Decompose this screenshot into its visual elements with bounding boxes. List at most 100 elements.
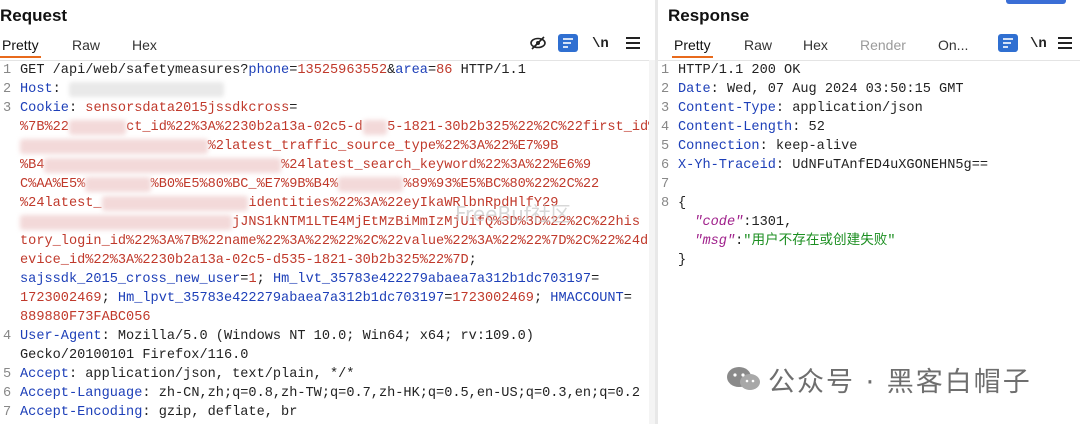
code-text: : Wed, 07 Aug 2024 03:50:15 GMT xyxy=(710,82,964,97)
value-text: 1723002469 xyxy=(452,291,534,306)
line-number xyxy=(658,232,678,251)
code-line: 8{ xyxy=(658,194,1080,213)
line-content: X-Yh-Traceid: UdNFuTAnfED4uXGONEHN5g== xyxy=(678,156,1080,175)
header-name: X-Yh-Traceid xyxy=(678,158,776,173)
line-number xyxy=(0,118,20,137)
code-text: : zh-CN,zh;q=0.8,zh-TW;q=0.7,zh-HK;q=0.5… xyxy=(142,386,640,401)
value-text: evice_id%22%3A%2230b2a13a-02c5-d535-1821… xyxy=(20,253,469,268)
value-text: 13525963552 xyxy=(297,63,388,78)
redacted-text: xxxxxxxxxxxxxxxxxxx xyxy=(68,82,224,97)
value-text: 5-1821-30b2b325%22%2C%22first_id%2 xyxy=(387,120,655,135)
code-text: : xyxy=(68,101,86,116)
line-number: 4 xyxy=(661,120,670,135)
code-line: 1 GET /api/web/safetymeasures?phone = 13525… xyxy=(0,61,655,80)
value-text: jJNS1kNTM1LTE4MjEtMzBiMmIzMjUifQ%3D%3D%2… xyxy=(232,215,640,230)
request-tab-raw[interactable]: Raw xyxy=(70,34,102,58)
line-content: %7B%22xxxxxxxct_id%22%3A%2230b2a13a-02c5… xyxy=(20,118,655,137)
code-text: : 52 xyxy=(792,120,825,135)
newline-toggle[interactable]: \n xyxy=(1030,34,1047,54)
header-name: Hm_lpvt_35783e422279abaea7a312b1dc703197 xyxy=(117,291,445,306)
line-number: 5 xyxy=(3,367,12,382)
value-text: ct_id%22%3A%2230b2a13a-02c5-d xyxy=(126,120,363,135)
response-menu-icon[interactable] xyxy=(1058,34,1072,54)
code-text: : keep-alive xyxy=(759,139,858,154)
code-text: : application/json, text/plain, */* xyxy=(68,367,355,382)
response-tab-raw[interactable]: Raw xyxy=(742,34,774,58)
redacted-text: xxxxxxxxxxxxxxxxxxxxxxxxxxxxx xyxy=(44,158,282,173)
code-text: ; xyxy=(101,291,118,306)
line-content: evice_id%22%3A%2230b2a13a-02c5-d535-1821… xyxy=(20,251,655,270)
line-content: 1723002469; Hm_lpvt_35783e422279abaea7a3… xyxy=(20,289,655,308)
code-text: = xyxy=(591,272,600,287)
code-line: 2 Date: Wed, 07 Aug 2024 03:50:15 GMT xyxy=(658,80,1080,99)
header-name: sajssdk_2015_cross_new_user xyxy=(20,272,241,287)
line-content: Content-Type: application/json xyxy=(678,99,1080,118)
code-text: = xyxy=(623,291,632,306)
line-number xyxy=(0,251,20,270)
hide-nonprintable-icon[interactable] xyxy=(528,34,548,54)
line-number: 6 xyxy=(661,158,670,173)
line-content: Accept-Language: zh-CN,zh;q=0.8,zh-TW;q=… xyxy=(20,384,655,403)
line-content: "msg":"用户不存在或创建失败" xyxy=(678,232,1080,251)
code-line: 2 Host: xxxxxxxxxxxxxxxxxxx xyxy=(0,80,655,99)
request-tab-hex[interactable]: Hex xyxy=(130,34,159,58)
line-number xyxy=(0,232,20,251)
header-name: phone xyxy=(248,63,290,78)
redacted-text: xxxxxxxxxxxxxxxxxx xyxy=(101,196,249,211)
code-line: 7 Accept-Encoding: gzip, deflate, br xyxy=(0,403,655,422)
code-line: 5 Connection: keep-alive xyxy=(658,137,1080,156)
code-line: "msg":"用户不存在或创建失败" xyxy=(658,232,1080,251)
header-name: Accept xyxy=(20,367,69,382)
code-line: 6 X-Yh-Traceid: UdNFuTAnfED4uXGONEHN5g== xyxy=(658,156,1080,175)
header-name: Accept-Encoding xyxy=(20,405,143,420)
header-name: Date xyxy=(678,82,711,97)
line-content: Content-Length: 52 xyxy=(678,118,1080,137)
request-tab-pretty[interactable]: Pretty xyxy=(0,34,41,58)
code-text: = xyxy=(289,101,298,116)
request-tabs: Pretty Raw Hex xyxy=(0,34,655,58)
line-number xyxy=(0,346,20,365)
line-number xyxy=(0,289,20,308)
code-text: : gzip, deflate, br xyxy=(142,405,298,420)
header-name: Content-Type xyxy=(678,101,776,116)
code-line: %B4xxxxxxxxxxxxxxxxxxxxxxxxxxxxx%24lates… xyxy=(0,156,655,175)
response-tab-render[interactable]: Render xyxy=(858,34,908,58)
line-number xyxy=(0,156,20,175)
request-editor[interactable]: 1 GET /api/web/safetymeasures?phone = 13525… xyxy=(0,60,655,424)
response-tab-more[interactable]: On... xyxy=(936,34,970,58)
line-content xyxy=(678,175,1080,194)
value-text: %89%93%E5%BC%80%22%2C%22 xyxy=(403,177,600,192)
code-text: GET /api/web/safetymeasures? xyxy=(20,63,249,78)
response-title: Response xyxy=(668,6,750,25)
code-line: evice_id%22%3A%2230b2a13a-02c5-d535-1821… xyxy=(0,251,655,270)
line-content: } xyxy=(678,251,1080,270)
value-text: %24latest_ xyxy=(20,196,102,211)
watermark-faint: FreeBuf社区 xyxy=(455,202,571,226)
value-text: 1 xyxy=(248,272,257,287)
line-content: sajssdk_2015_cross_new_user = 1; Hm_lvt_35… xyxy=(20,270,655,289)
code-text: :1301, xyxy=(743,215,793,230)
line-number: 3 xyxy=(3,101,12,116)
code-line: 5 Accept: application/json, text/plain, *… xyxy=(0,365,655,384)
line-number: 3 xyxy=(661,101,670,116)
header-name: Cookie xyxy=(20,101,69,116)
response-tab-pretty[interactable]: Pretty xyxy=(672,34,713,58)
line-content: tory_login_id%22%3A%7B%22name%22%3A%22%2… xyxy=(20,232,655,251)
line-content: Cookie: sensorsdata2015jssdkcross= xyxy=(20,99,655,118)
line-number: 1 xyxy=(3,63,12,78)
request-menu-icon[interactable] xyxy=(626,34,640,54)
value-text: %B4 xyxy=(20,158,45,173)
line-number: 8 xyxy=(661,196,670,211)
response-tab-hex[interactable]: Hex xyxy=(801,34,830,58)
code-text: "code" xyxy=(694,215,744,230)
code-line: 1 HTTP/1.1 200 OK xyxy=(658,61,1080,80)
wrap-lines-icon[interactable] xyxy=(998,34,1018,52)
line-number xyxy=(0,270,20,289)
line-content: Accept: application/json, text/plain, */… xyxy=(20,365,655,384)
header-name: Content-Length xyxy=(678,120,793,135)
newline-toggle[interactable]: \n xyxy=(592,34,609,54)
line-number: 7 xyxy=(3,405,12,420)
wrap-lines-icon[interactable] xyxy=(558,34,578,52)
